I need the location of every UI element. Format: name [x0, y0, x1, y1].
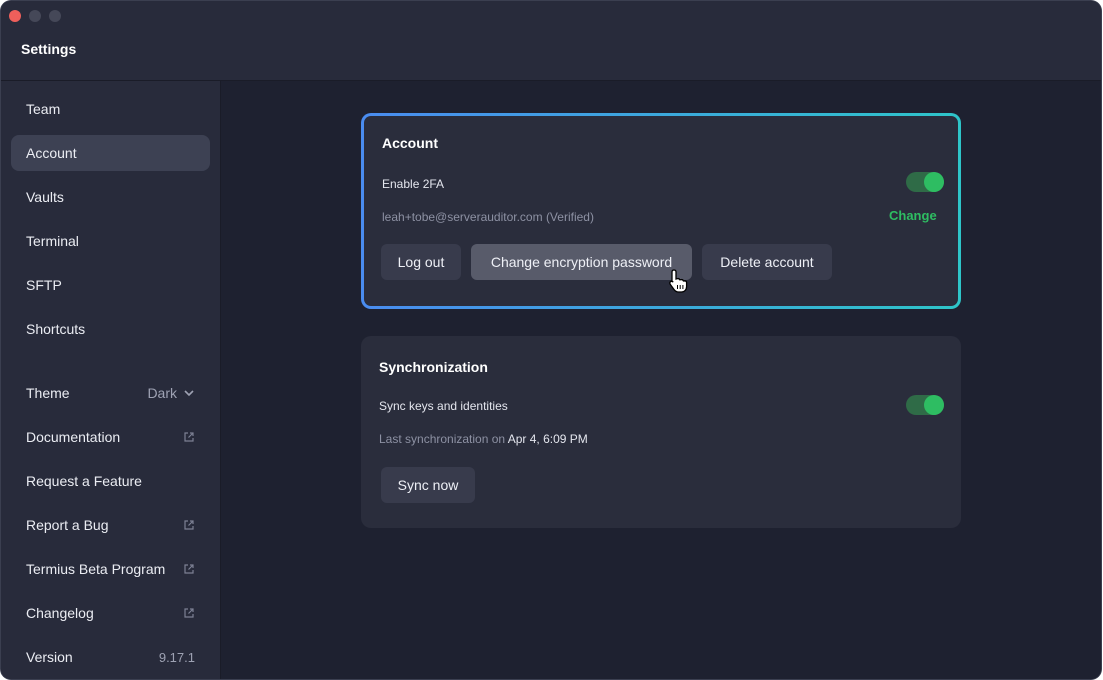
theme-selector[interactable]: Theme Dark: [11, 375, 210, 411]
sidebar-item-label: Request a Feature: [26, 473, 142, 489]
sidebar-link-request-feature[interactable]: Request a Feature: [11, 463, 210, 499]
window-controls: [9, 10, 61, 22]
sidebar-item-sftp[interactable]: SFTP: [11, 267, 210, 303]
sidebar-item-vaults[interactable]: Vaults: [11, 179, 210, 215]
sync-card: Synchronization Sync keys and identities…: [361, 336, 961, 528]
account-card: Account Enable 2FA leah+tobe@serveraudit…: [361, 113, 961, 309]
minimize-window-button[interactable]: [29, 10, 41, 22]
sidebar-item-terminal[interactable]: Terminal: [11, 223, 210, 259]
external-link-icon: [184, 520, 194, 530]
change-encryption-password-button[interactable]: Change encryption password: [471, 244, 692, 280]
chevron-down-icon: [184, 390, 194, 397]
logout-button[interactable]: Log out: [381, 244, 461, 280]
change-email-link[interactable]: Change: [889, 208, 937, 223]
last-sync-info: Last synchronization on Apr 4, 6:09 PM: [379, 432, 588, 446]
toggle-knob: [924, 172, 944, 192]
sidebar-item-label: Team: [26, 101, 61, 117]
twofa-label: Enable 2FA: [382, 177, 445, 191]
theme-value: Dark: [147, 385, 177, 401]
account-title: Account: [382, 135, 438, 151]
hand-pointer-cursor-icon: [669, 269, 688, 293]
sidebar-link-report-bug[interactable]: Report a Bug: [11, 507, 210, 543]
external-link-icon: [184, 564, 194, 574]
sidebar: Team Account Vaults Terminal SFTP Shortc…: [1, 81, 221, 679]
sidebar-item-shortcuts[interactable]: Shortcuts: [11, 311, 210, 347]
version-label: Version: [26, 649, 73, 665]
sidebar-link-beta-program[interactable]: Termius Beta Program: [11, 551, 210, 587]
sidebar-link-documentation[interactable]: Documentation: [11, 419, 210, 455]
sidebar-link-changelog[interactable]: Changelog: [11, 595, 210, 631]
last-sync-value: Apr 4, 6:09 PM: [507, 432, 588, 446]
external-link-icon: [184, 432, 194, 442]
title-bar: Settings: [1, 1, 1101, 81]
sidebar-item-label: Terminal: [26, 233, 79, 249]
sidebar-item-label: Account: [26, 145, 77, 161]
last-sync-label: Last synchronization on: [379, 432, 506, 446]
settings-window: Settings Team Account Vaults Terminal SF…: [1, 1, 1101, 679]
sync-now-button[interactable]: Sync now: [381, 467, 475, 503]
main-content: Account Enable 2FA leah+tobe@serveraudit…: [221, 81, 1101, 679]
sidebar-item-team[interactable]: Team: [11, 91, 210, 127]
sidebar-item-label: Report a Bug: [26, 517, 109, 533]
version-info: Version 9.17.1: [11, 639, 210, 675]
close-window-button[interactable]: [9, 10, 21, 22]
sync-title: Synchronization: [379, 359, 488, 375]
version-value: 9.17.1: [158, 649, 195, 665]
maximize-window-button[interactable]: [49, 10, 61, 22]
window-title: Settings: [21, 41, 77, 57]
sidebar-item-label: Shortcuts: [26, 321, 86, 337]
external-link-icon: [184, 608, 194, 618]
delete-account-button[interactable]: Delete account: [702, 244, 832, 280]
sidebar-item-label: Changelog: [26, 605, 94, 621]
account-email: leah+tobe@serverauditor.com (Verified): [382, 210, 594, 224]
sidebar-item-account[interactable]: Account: [11, 135, 210, 171]
sidebar-item-label: SFTP: [26, 277, 62, 293]
sync-toggle-label: Sync keys and identities: [379, 399, 508, 413]
sync-toggle[interactable]: [906, 395, 944, 415]
toggle-knob: [924, 395, 944, 415]
theme-label: Theme: [26, 385, 70, 401]
twofa-toggle[interactable]: [906, 172, 944, 192]
sidebar-item-label: Termius Beta Program: [26, 561, 166, 577]
sidebar-item-label: Vaults: [26, 189, 64, 205]
sidebar-item-label: Documentation: [26, 429, 121, 445]
